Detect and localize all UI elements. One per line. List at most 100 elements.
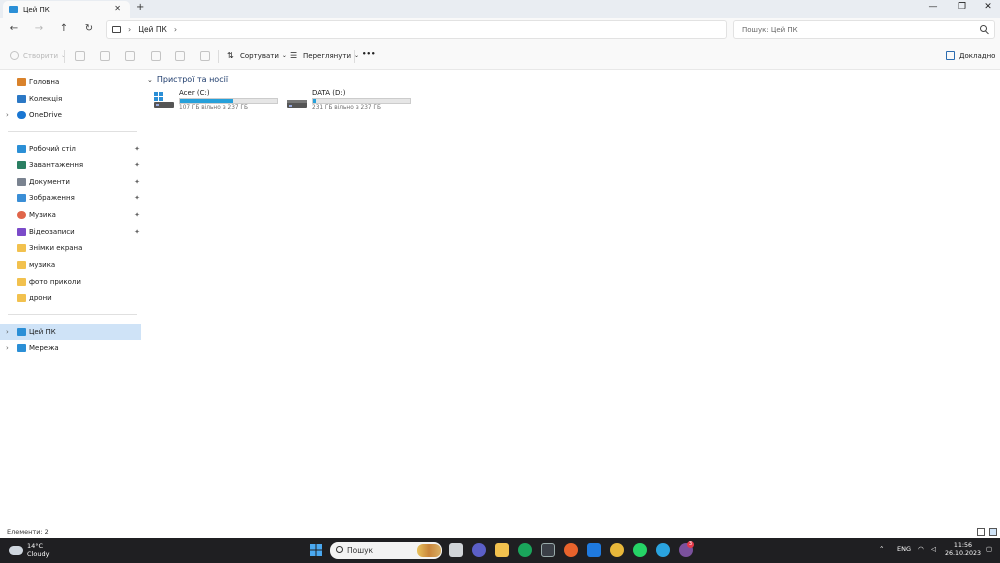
sidebar-item-pictures[interactable]: Зображення ✦ [0,190,141,206]
pin-icon[interactable]: ✦ [134,194,140,202]
view-label: Переглянути [303,51,352,60]
sidebar-item-desktop[interactable]: Робочий стіл ✦ [0,141,141,157]
sidebar-item-home[interactable]: Головна [0,74,141,90]
search-placeholder: Пошук: Цей ПК [742,25,798,34]
language-indicator[interactable]: ENG [897,545,911,553]
drive-name: DATA (D:) [312,89,346,97]
more-button[interactable]: ••• [362,50,375,58]
store-icon[interactable] [541,543,555,557]
file-explorer-icon[interactable] [495,543,509,557]
forward-button[interactable]: → [31,23,47,34]
drive-free-space: 107 ГБ вільно з 237 ГБ [179,105,248,111]
close-button[interactable]: ✕ [978,2,998,12]
folder-icon [17,294,26,302]
status-bar: Елементи: 2 [0,526,1000,538]
address-bar[interactable]: › Цей ПК › [106,20,727,39]
sidebar-item-label: фото приколи [29,278,81,286]
taskbar-search[interactable]: Пошук [330,542,442,559]
sidebar-item-drony[interactable]: дрони [0,290,141,306]
start-icon[interactable] [309,543,323,557]
sidebar-item-label: Музика [29,211,56,219]
sidebar-item-documents[interactable]: Документи ✦ [0,174,141,190]
drive-d[interactable]: DATA (D:) 231 ГБ вільно з 237 ГБ [286,89,556,115]
group-header-devices[interactable]: ⌄ Пристрої та носії [147,75,228,84]
whatsapp-icon[interactable] [633,543,647,557]
weather-condition: Cloudy [27,550,50,558]
drive-usage-bar [312,98,411,104]
task-view-icon[interactable] [449,543,463,557]
gallery-icon [17,95,26,103]
search-input[interactable]: Пошук: Цей ПК [733,20,995,39]
sidebar-item-label: Знімки екрана [29,244,83,252]
breadcrumb-this-pc[interactable]: Цей ПК [138,25,167,34]
wifi-icon[interactable]: ◠ [918,545,924,553]
details-label: Докладно [959,51,996,60]
sidebar-item-music[interactable]: Музика ✦ [0,207,141,223]
refresh-button[interactable]: ↻ [81,23,97,34]
dropbox-icon[interactable] [587,543,601,557]
new-tab-button[interactable]: + [136,2,144,13]
drive-usage-fill [180,99,234,103]
cut-icon[interactable] [75,51,85,61]
sidebar-item-label: Мережа [29,344,59,352]
sidebar-item-this-pc[interactable]: › Цей ПК [0,324,141,340]
pin-icon[interactable]: ✦ [134,178,140,186]
sidebar-item-videos[interactable]: Відеозаписи ✦ [0,224,141,240]
sidebar-item-screenshots[interactable]: Знімки екрана [0,240,141,256]
clock[interactable]: 11:56 26.10.2023 [944,542,982,558]
pin-icon[interactable]: ✦ [134,145,140,153]
content-pane: ⌄ Пристрої та носії Acer (C:) 107 ГБ віл… [143,71,1000,526]
volume-icon[interactable]: ◁ [931,545,936,553]
pin-icon[interactable]: ✦ [134,161,140,169]
sort-label: Сортувати [240,51,279,60]
chevron-right-icon[interactable]: › [6,344,9,352]
delete-icon[interactable] [200,51,210,61]
paste-icon[interactable] [125,51,135,61]
sidebar-item-muzyka-folder[interactable]: музика [0,257,141,273]
drive-free-space: 231 ГБ вільно з 237 ГБ [312,105,381,111]
clock-date: 26.10.2023 [944,550,982,557]
tab-close-icon[interactable]: ✕ [114,4,121,13]
minimize-button[interactable]: — [923,2,943,12]
sort-button[interactable]: ⇅ Сортувати ⌄ [227,51,287,60]
edge-icon[interactable] [518,543,532,557]
tab-this-pc[interactable]: Цей ПК ✕ [3,1,130,18]
copy-icon[interactable] [100,51,110,61]
sidebar-item-label: Документи [29,178,70,186]
pin-icon[interactable]: ✦ [134,228,140,236]
rename-icon[interactable] [151,51,161,61]
onedrive-icon [17,111,26,119]
sidebar-item-network[interactable]: › Мережа [0,340,141,356]
pin-icon[interactable]: ✦ [134,211,140,219]
folder-icon [17,244,26,252]
share-icon[interactable] [175,51,185,61]
teams-icon[interactable] [472,543,486,557]
chrome-icon[interactable] [610,543,624,557]
details-button[interactable]: Докладно [946,51,995,60]
sidebar-item-label: Колекція [29,95,63,103]
details-view-icon[interactable] [977,528,985,536]
drive-icon [286,91,308,109]
sidebar-item-gallery[interactable]: Колекція [0,91,141,107]
chevron-up-icon[interactable]: ⌃ [879,545,884,553]
sidebar-item-downloads[interactable]: Завантаження ✦ [0,157,141,173]
maximize-button[interactable]: ❐ [952,2,972,12]
telegram-icon[interactable] [656,543,670,557]
create-button[interactable]: Створити ⌄ [10,51,66,60]
monitor-icon [112,26,121,33]
up-button[interactable]: ↑ [56,23,72,34]
sidebar-item-label: Робочий стіл [29,145,76,153]
firefox-icon[interactable] [564,543,578,557]
tiles-view-icon[interactable] [989,528,997,536]
breadcrumb-separator[interactable]: › [174,25,177,34]
sidebar-item-foto-prykoly[interactable]: фото приколи [0,274,141,290]
chevron-right-icon[interactable]: › [6,328,9,336]
view-button[interactable]: ☰ Переглянути ⌄ [290,51,359,60]
chevron-right-icon[interactable]: › [6,111,9,119]
back-button[interactable]: ← [6,23,22,34]
sidebar-item-onedrive[interactable]: › OneDrive [0,107,141,123]
weather-widget[interactable]: 14°C Cloudy [9,542,49,558]
sidebar-item-label: Головна [29,78,60,86]
notifications-icon[interactable]: ▢ [986,545,992,553]
taskbar: 14°C Cloudy Пошук 3 ⌃ ENG ◠ ◁ 11:56 26.1… [0,538,1000,563]
